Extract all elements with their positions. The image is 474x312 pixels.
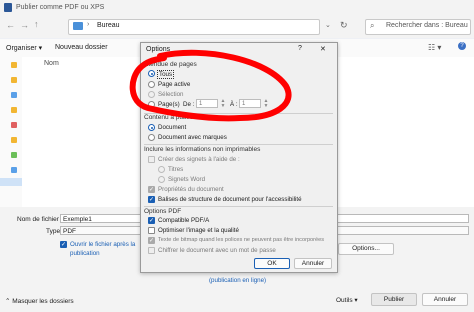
red-annotation	[129, 49, 292, 122]
